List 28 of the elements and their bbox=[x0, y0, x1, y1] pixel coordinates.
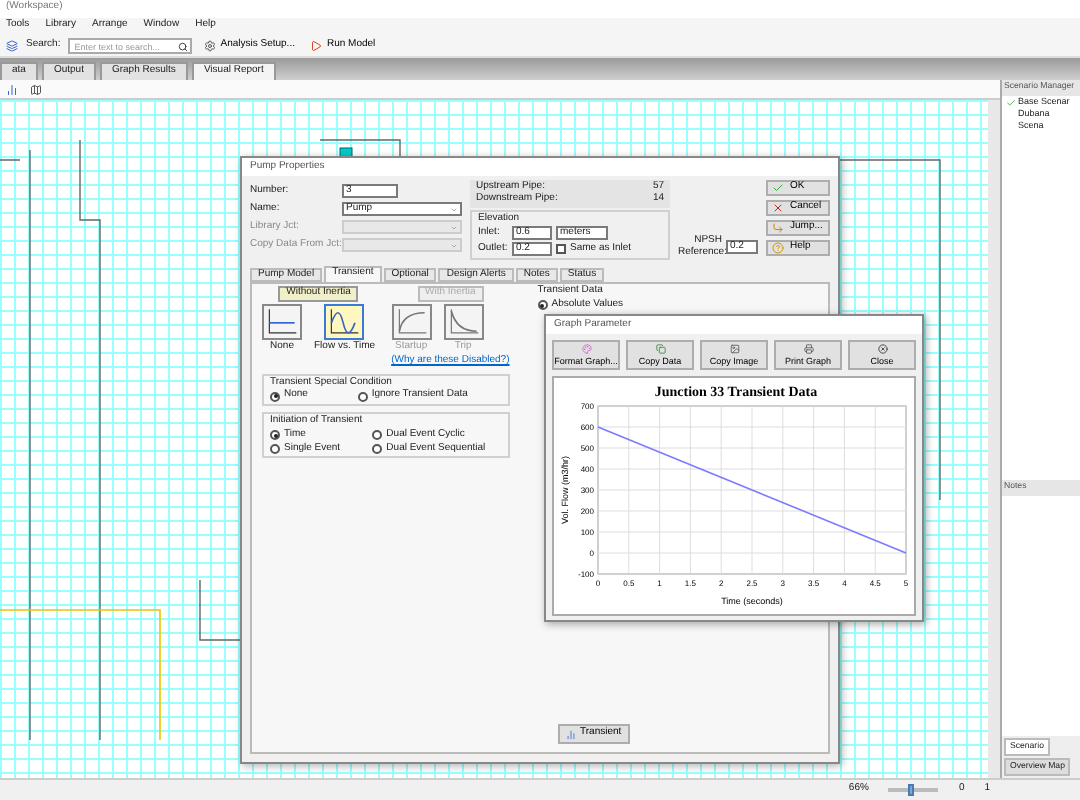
printer-icon bbox=[803, 343, 813, 354]
play-icon bbox=[310, 40, 323, 52]
arrow-icon bbox=[772, 222, 784, 234]
map-icon bbox=[30, 83, 42, 95]
checkbox[interactable] bbox=[556, 244, 566, 255]
image-icon bbox=[729, 343, 739, 354]
chart-icon bbox=[6, 83, 18, 95]
layers-icon bbox=[6, 40, 18, 52]
check-icon bbox=[1006, 97, 1016, 107]
radio-button[interactable] bbox=[357, 391, 368, 402]
palette-icon bbox=[581, 343, 591, 354]
copy-icon bbox=[655, 343, 665, 354]
close-icon bbox=[772, 202, 784, 214]
chart-icon bbox=[566, 729, 576, 739]
help-icon bbox=[772, 242, 784, 254]
radio-button[interactable] bbox=[270, 430, 280, 441]
radio-button[interactable] bbox=[270, 443, 280, 454]
close-icon bbox=[877, 343, 887, 354]
check-icon bbox=[772, 182, 784, 194]
graph-thumbnail-icon bbox=[391, 304, 432, 340]
radio-button[interactable] bbox=[537, 300, 548, 311]
radio-button[interactable] bbox=[270, 391, 280, 402]
settings-icon bbox=[204, 40, 217, 52]
graph-thumbnail-icon bbox=[443, 304, 484, 340]
radio-button[interactable] bbox=[372, 443, 383, 454]
radio-button[interactable] bbox=[372, 430, 383, 441]
search-icon bbox=[178, 41, 189, 51]
zoom-slider-thumb[interactable] bbox=[908, 784, 915, 796]
